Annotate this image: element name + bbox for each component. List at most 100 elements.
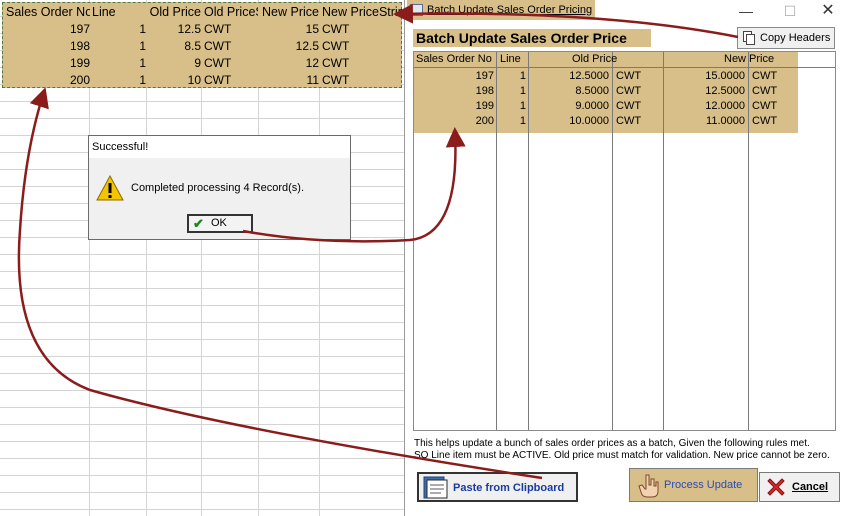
- sheet-cell[interactable]: 197: [6, 21, 90, 38]
- grid-cell-new-unit: CWT: [752, 85, 778, 97]
- sheet-cell[interactable]: 10: [148, 72, 201, 89]
- sheet-cell[interactable]: CWT: [204, 21, 258, 38]
- grid-cell-old-price: 12.5000: [569, 70, 609, 82]
- window-titlebar[interactable]: Batch Update Sales Order Pricing — ☐ ✕: [405, 0, 850, 22]
- copy-headers-label: Copy Headers: [760, 32, 831, 44]
- sheet-cell[interactable]: 1: [92, 72, 146, 89]
- grid-cell-new-unit: CWT: [752, 70, 778, 82]
- close-icon[interactable]: ✕: [813, 2, 843, 20]
- grid-cell-so: 198: [475, 85, 494, 97]
- grid-header-sales-order[interactable]: Sales Order No: [416, 52, 492, 67]
- grid-col-divider: [663, 52, 664, 430]
- grid-cell-old-unit: CWT: [616, 100, 642, 112]
- sheet-header-cell[interactable]: Old PriceS: [204, 4, 258, 21]
- sheet-cell[interactable]: 12.5: [260, 38, 319, 55]
- sheet-cell[interactable]: CWT: [204, 55, 258, 72]
- grid-cell-line: 1: [519, 70, 526, 82]
- sheet-cell[interactable]: CWT: [322, 55, 402, 72]
- maximize-icon[interactable]: ☐: [775, 2, 805, 20]
- sheet-cell[interactable]: CWT: [322, 21, 402, 38]
- help-line: SO Line item must be ACTIVE. Old price m…: [414, 450, 830, 461]
- app-icon: [410, 4, 423, 16]
- grid-cell-line: 1: [519, 100, 526, 112]
- cancel-x-icon: [767, 478, 785, 496]
- grid-cell-line: 1: [519, 85, 526, 97]
- hand-icon: [638, 474, 659, 498]
- sheet-cell[interactable]: 198: [6, 38, 90, 55]
- sheet-cell[interactable]: 1: [92, 55, 146, 72]
- page-title: Batch Update Sales Order Price: [413, 29, 651, 47]
- help-line: This helps update a bunch of sales order…: [414, 438, 810, 449]
- sheet-cell[interactable]: 8.5: [148, 38, 201, 55]
- ok-button[interactable]: ✔ OK: [187, 214, 253, 233]
- sheet-header-cell[interactable]: Line: [92, 4, 146, 21]
- grid-cell-new-price: 12.5000: [705, 85, 745, 97]
- sheet-row: 197 1 12.5 CWT 15 CWT: [0, 21, 404, 38]
- sheet-row: 199 1 9 CWT 12 CWT: [0, 55, 404, 72]
- dialog-message: Completed processing 4 Record(s).: [131, 182, 305, 194]
- process-update-button[interactable]: Process Update: [629, 468, 758, 502]
- sheet-header-cell[interactable]: New PriceStrin: [322, 4, 402, 21]
- grid-header-line[interactable]: Line: [500, 52, 521, 67]
- grid-cell-old-unit: CWT: [616, 70, 642, 82]
- sheet-row: 198 1 8.5 CWT 12.5 CWT: [0, 38, 404, 55]
- grid-header-new-price[interactable]: New Price: [724, 52, 774, 67]
- grid-header-old-price[interactable]: Old Price: [572, 52, 617, 67]
- pricing-grid[interactable]: Sales Order No Line Old Price New Price …: [413, 51, 836, 431]
- cancel-button[interactable]: Cancel: [759, 472, 840, 502]
- window-title: Batch Update Sales Order Pricing: [427, 4, 593, 16]
- process-label: Process Update: [664, 479, 743, 491]
- grid-cell-new-unit: CWT: [752, 100, 778, 112]
- paste-from-clipboard-button[interactable]: Paste from Clipboard: [417, 472, 578, 502]
- grid-cell-so: 199: [475, 100, 494, 112]
- paste-icon: [423, 476, 448, 499]
- sheet-cell[interactable]: CWT: [204, 38, 258, 55]
- sheet-cell[interactable]: 9: [148, 55, 201, 72]
- batch-update-window: Batch Update Sales Order Pricing — ☐ ✕ B…: [404, 0, 850, 516]
- paste-label: Paste from Clipboard: [453, 482, 565, 494]
- grid-col-divider: [748, 52, 749, 430]
- help-text: This helps update a bunch of sales order…: [414, 438, 846, 462]
- sheet-header-cell[interactable]: Sales Order No: [6, 4, 90, 21]
- grid-cell-old-price: 9.0000: [575, 100, 609, 112]
- cancel-label: Cancel: [792, 481, 829, 493]
- grid-cell-new-unit: CWT: [752, 115, 778, 127]
- grid-cell-so: 200: [475, 115, 494, 127]
- copy-headers-button[interactable]: Copy Headers: [737, 27, 835, 49]
- grid-col-divider: [612, 52, 613, 430]
- sheet-cell[interactable]: 11: [260, 72, 319, 89]
- grid-cell-old-price: 8.5000: [575, 85, 609, 97]
- grid-cell-so: 197: [475, 70, 494, 82]
- dialog-title: Successful!: [92, 141, 149, 153]
- sheet-cell[interactable]: 1: [92, 21, 146, 38]
- sheet-cell[interactable]: CWT: [204, 72, 258, 89]
- grid-cell-old-unit: CWT: [616, 115, 642, 127]
- grid-col-divider: [528, 52, 529, 430]
- grid-header-divider: [414, 67, 835, 68]
- check-icon: ✔: [193, 216, 204, 231]
- sheet-header-cell[interactable]: New Price: [260, 4, 319, 21]
- dialog-titlebar[interactable]: Successful!: [89, 136, 350, 158]
- sheet-cell[interactable]: CWT: [322, 38, 402, 55]
- sheet-cell[interactable]: 15: [260, 21, 319, 38]
- grid-cell-new-price: 15.0000: [705, 70, 745, 82]
- grid-cell-new-price: 11.0000: [706, 115, 745, 127]
- sheet-cell[interactable]: 12: [260, 55, 319, 72]
- sheet-cell[interactable]: 1: [92, 38, 146, 55]
- grid-cell-old-price: 10.0000: [569, 115, 609, 127]
- ok-label: OK: [211, 217, 227, 229]
- minimize-icon[interactable]: —: [731, 2, 761, 20]
- grid-cell-line: 1: [519, 115, 526, 127]
- spreadsheet[interactable]: Sales Order No Line Old Price Old PriceS…: [0, 0, 404, 516]
- sheet-cell[interactable]: CWT: [322, 72, 402, 89]
- sheet-cell[interactable]: 200: [6, 72, 90, 89]
- sheet-cell[interactable]: 12.5: [148, 21, 201, 38]
- sheet-row: 200 1 10 CWT 11 CWT: [0, 72, 404, 89]
- sheet-cell[interactable]: 199: [6, 55, 90, 72]
- grid-col-divider: [496, 52, 497, 430]
- copy-icon: [743, 31, 756, 45]
- sheet-header-row: Sales Order No Line Old Price Old PriceS…: [0, 4, 404, 21]
- grid-cell-new-price: 12.0000: [705, 100, 745, 112]
- success-dialog: Successful! Completed processing 4 Recor…: [88, 135, 351, 240]
- sheet-header-cell[interactable]: Old Price: [148, 4, 201, 21]
